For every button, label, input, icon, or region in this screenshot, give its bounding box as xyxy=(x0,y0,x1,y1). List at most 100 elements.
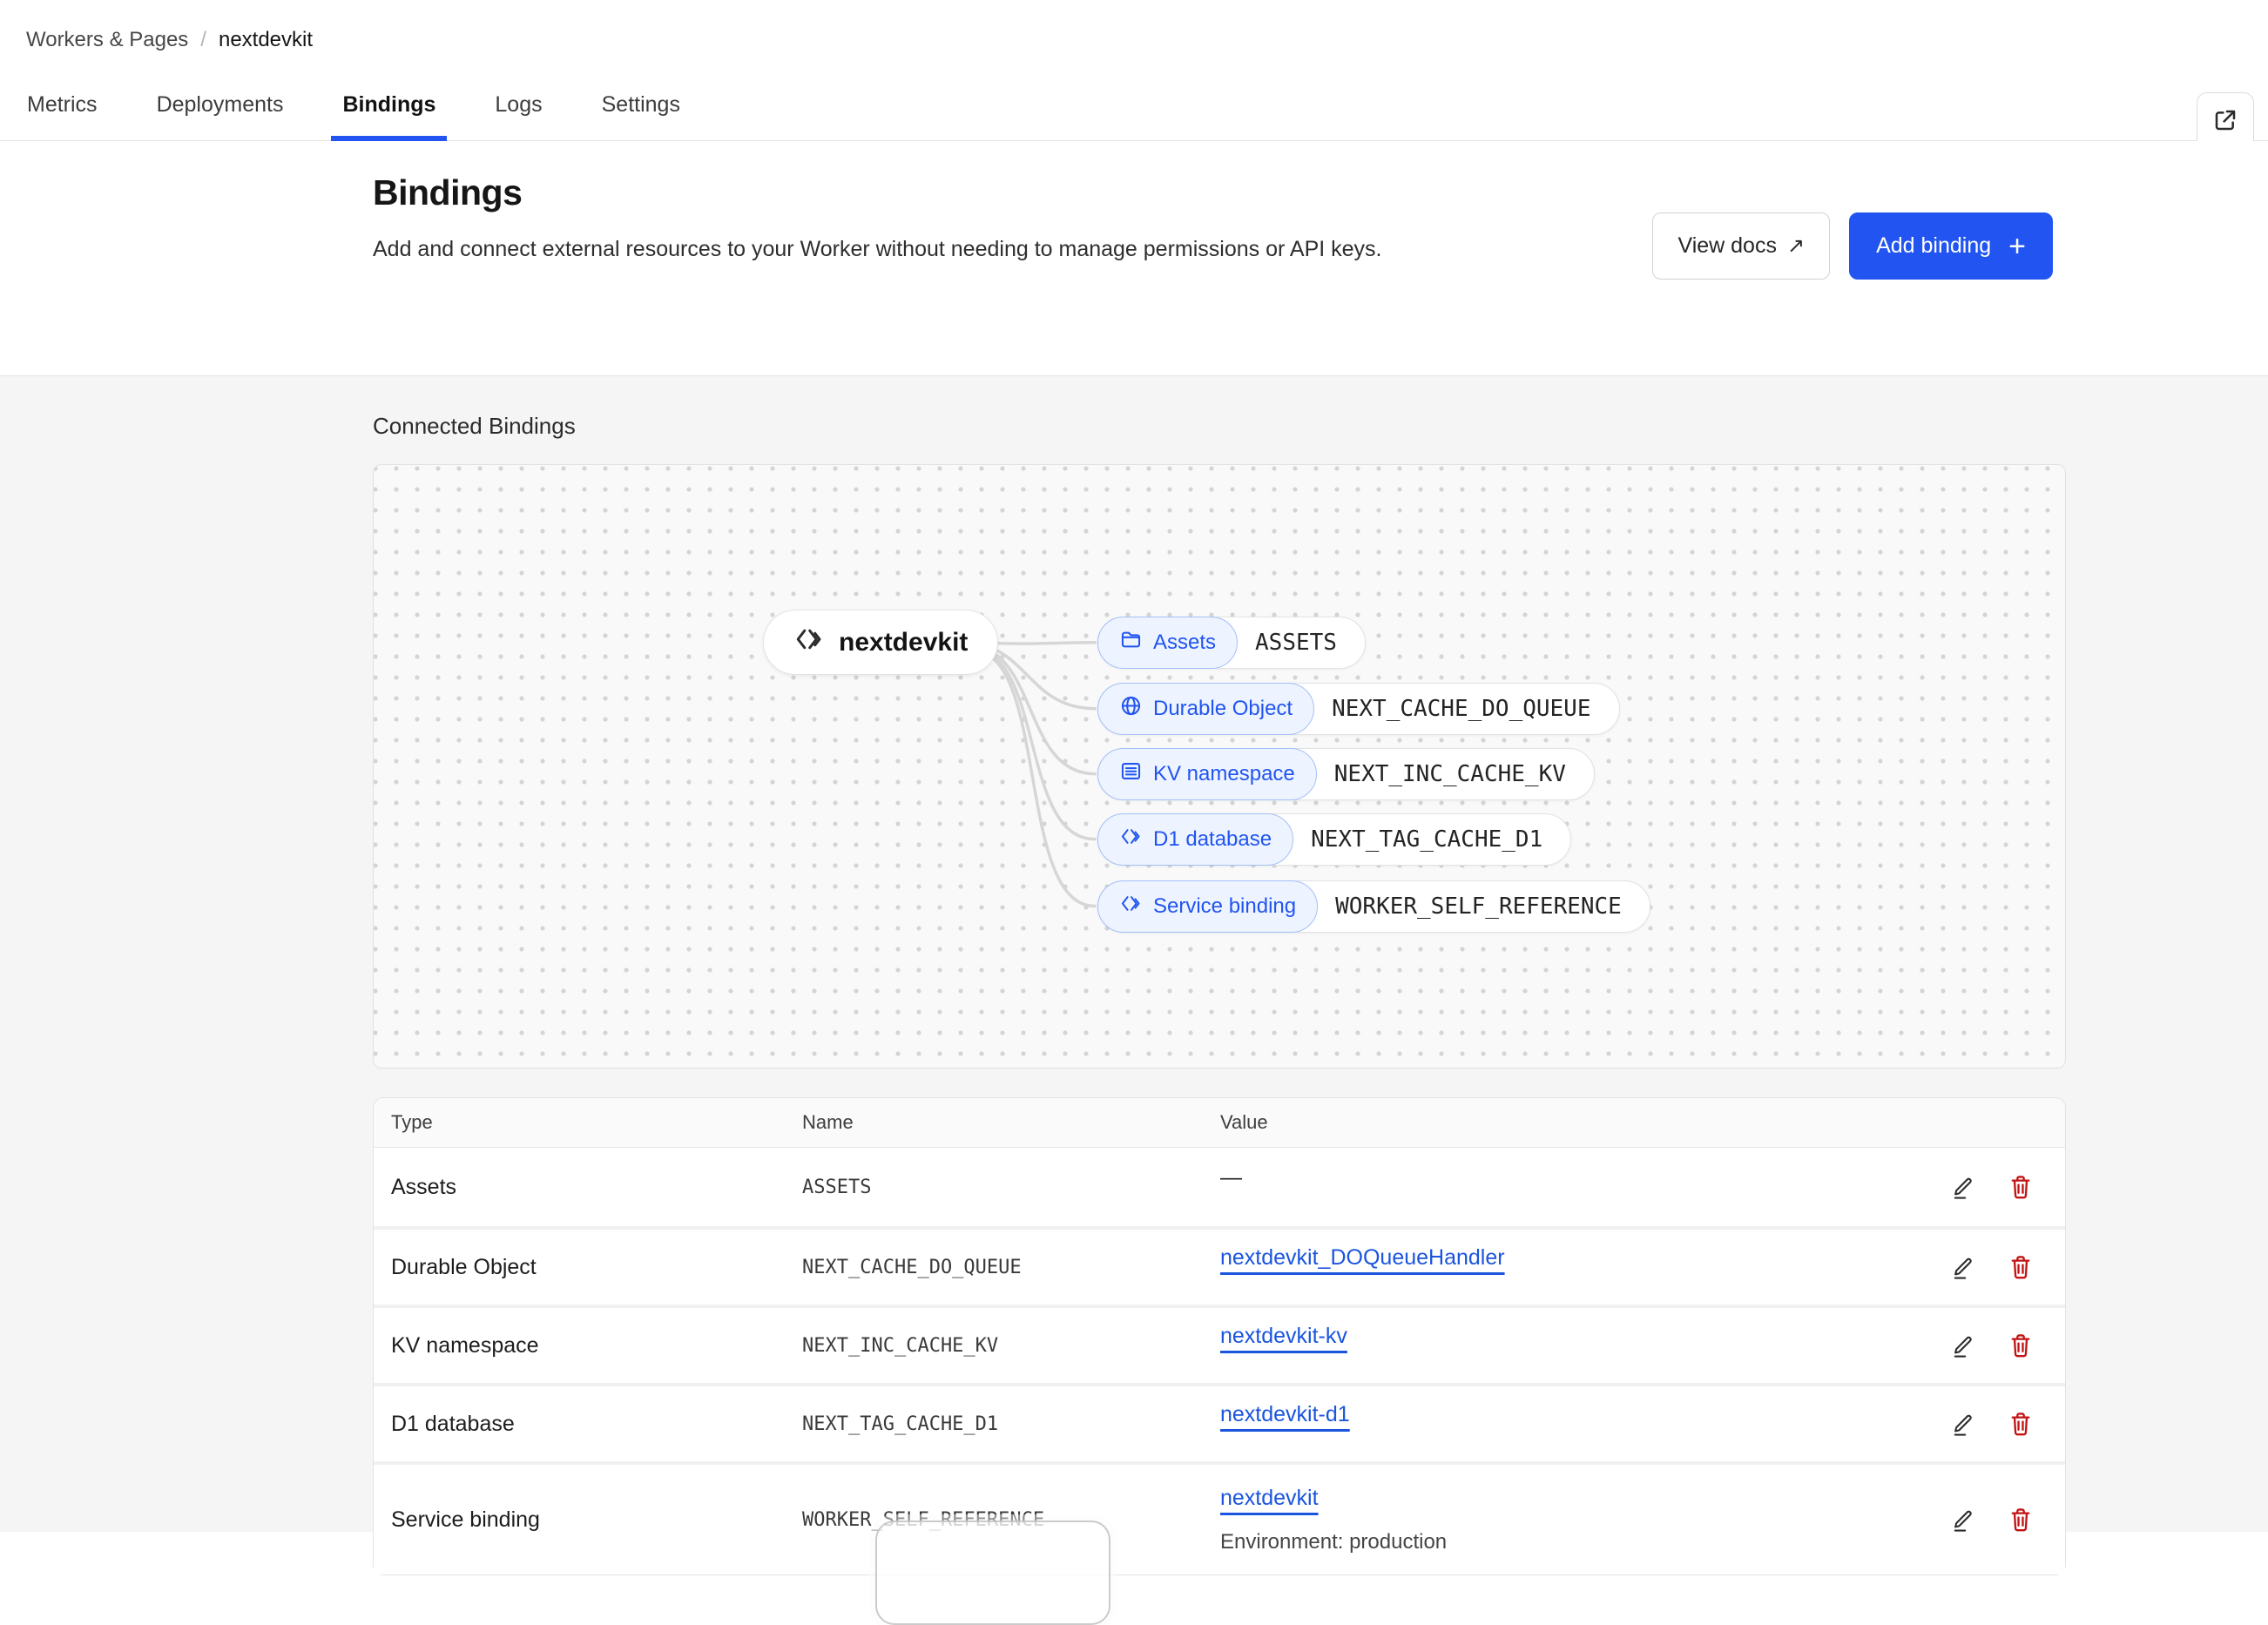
row-name: NEXT_CACHE_DO_QUEUE xyxy=(802,1256,1022,1278)
row-value: — xyxy=(1220,1165,1903,1210)
pencil-icon xyxy=(1950,1414,1976,1440)
row-name: NEXT_TAG_CACHE_D1 xyxy=(802,1413,999,1435)
folder-icon xyxy=(1119,628,1143,657)
tab-bindings[interactable]: Bindings xyxy=(331,78,448,141)
header-actions: View docs ↗ Add binding + xyxy=(1652,212,2053,280)
pencil-icon xyxy=(1950,1336,1976,1362)
add-binding-button[interactable]: Add binding + xyxy=(1849,212,2053,280)
external-link-icon xyxy=(2211,106,2239,137)
binding-name: ASSETS xyxy=(1255,630,1337,656)
edit-binding-button[interactable] xyxy=(1950,1506,1976,1534)
row-actions xyxy=(1903,1173,2034,1201)
binding-type-label: D1 database xyxy=(1153,827,1272,851)
delete-binding-button[interactable] xyxy=(2008,1410,2034,1438)
delete-binding-button[interactable] xyxy=(2008,1253,2034,1281)
binding-name: NEXT_CACHE_DO_QUEUE xyxy=(1332,696,1591,722)
delete-binding-button[interactable] xyxy=(2008,1506,2034,1534)
row-value-text[interactable]: nextdevkit-kv xyxy=(1220,1324,1347,1348)
binding-name: NEXT_INC_CACHE_KV xyxy=(1333,761,1566,787)
worker-node-label: nextdevkit xyxy=(839,627,969,657)
trash-icon xyxy=(2008,1334,2034,1362)
delete-binding-button[interactable] xyxy=(2008,1173,2034,1201)
table-row: KV namespace NEXT_INC_CACHE_KV nextdevki… xyxy=(374,1305,2065,1383)
diagram-binding-pill[interactable]: D1 database NEXT_TAG_CACHE_D1 xyxy=(1097,813,1572,866)
row-value-text: — xyxy=(1220,1164,1242,1190)
row-type: Assets xyxy=(391,1174,457,1199)
code-icon xyxy=(1119,825,1143,854)
tab-bar: Metrics Deployments Bindings Logs Settin… xyxy=(0,78,2268,141)
delete-binding-button[interactable] xyxy=(2008,1332,2034,1359)
trash-icon xyxy=(2008,1508,2034,1536)
column-value: Value xyxy=(1220,1111,1268,1133)
bindings-table: Type Name Value Assets ASSETS — Durable … xyxy=(373,1097,2066,1575)
binding-type-badge: D1 database xyxy=(1097,813,1294,866)
row-value: nextdevkit-kv xyxy=(1220,1324,1903,1368)
breadcrumb-workers-pages[interactable]: Workers & Pages xyxy=(26,28,188,52)
worker-node[interactable]: nextdevkit xyxy=(763,610,999,675)
binding-type-label: Assets xyxy=(1153,630,1217,654)
connected-bindings-title: Connected Bindings xyxy=(373,413,576,439)
diagram-binding-pill[interactable]: Service binding WORKER_SELF_REFERENCE xyxy=(1097,880,1650,933)
binding-type-badge: KV namespace xyxy=(1097,748,1317,800)
page-title: Bindings xyxy=(373,172,523,212)
table-row: Assets ASSETS — xyxy=(374,1148,2065,1226)
row-value-text[interactable]: nextdevkit-d1 xyxy=(1220,1402,1350,1426)
tab-deployments[interactable]: Deployments xyxy=(149,78,292,140)
row-value: nextdevkit-d1 xyxy=(1220,1402,1903,1446)
edit-binding-button[interactable] xyxy=(1950,1410,1976,1438)
edit-binding-button[interactable] xyxy=(1950,1253,1976,1281)
binding-type-label: KV namespace xyxy=(1153,762,1295,786)
row-actions xyxy=(1903,1506,2034,1534)
code-icon xyxy=(793,624,825,662)
diagram-binding-pill[interactable]: KV namespace NEXT_INC_CACHE_KV xyxy=(1097,748,1595,800)
table-row: D1 database NEXT_TAG_CACHE_D1 nextdevkit… xyxy=(374,1383,2065,1461)
row-name: NEXT_INC_CACHE_KV xyxy=(802,1334,999,1357)
tab-logs[interactable]: Logs xyxy=(487,78,550,140)
column-type: Type xyxy=(391,1111,433,1133)
binding-type-label: Service binding xyxy=(1153,894,1297,918)
tab-settings[interactable]: Settings xyxy=(594,78,688,140)
row-value-text[interactable]: nextdevkit_DOQueueHandler xyxy=(1220,1245,1505,1270)
row-value: nextdevkit_DOQueueHandler xyxy=(1220,1245,1903,1290)
page-description: Add and connect external resources to yo… xyxy=(373,237,1382,261)
list-icon xyxy=(1119,759,1143,789)
trash-icon xyxy=(2008,1413,2034,1440)
row-value: nextdevkit Environment: production xyxy=(1220,1486,1903,1554)
binding-type-label: Durable Object xyxy=(1153,697,1293,720)
row-actions xyxy=(1903,1410,2034,1438)
arrow-up-right-icon: ↗ xyxy=(1786,234,1806,258)
trash-icon xyxy=(2008,1256,2034,1284)
pencil-icon xyxy=(1950,1177,1976,1204)
tooltip-popup xyxy=(875,1520,1110,1625)
add-binding-label: Add binding xyxy=(1876,233,1992,258)
column-name: Name xyxy=(802,1111,854,1133)
bindings-header: Bindings Add and connect external resour… xyxy=(0,141,2268,376)
bindings-content: Connected Bindings nextdevkit Assets ASS… xyxy=(0,376,2268,1575)
edit-binding-button[interactable] xyxy=(1950,1173,1976,1201)
row-value-text[interactable]: nextdevkit xyxy=(1220,1486,1319,1510)
binding-type-badge: Assets xyxy=(1097,617,1239,669)
view-docs-button[interactable]: View docs ↗ xyxy=(1652,212,1831,280)
table-body: Assets ASSETS — Durable Object NEXT_CACH… xyxy=(374,1148,2065,1574)
binding-type-badge: Service binding xyxy=(1097,880,1319,933)
row-name: ASSETS xyxy=(802,1176,872,1198)
top-bar: Workers & Pages / nextdevkit Metrics Dep… xyxy=(0,0,2268,150)
edit-binding-button[interactable] xyxy=(1950,1332,1976,1359)
breadcrumb-current: nextdevkit xyxy=(218,28,314,51)
row-actions xyxy=(1903,1332,2034,1359)
table-header: Type Name Value xyxy=(374,1098,2065,1148)
code-icon xyxy=(1119,892,1143,921)
row-value-sub: Environment: production xyxy=(1220,1529,1448,1554)
pencil-icon xyxy=(1950,1510,1976,1536)
globe-icon xyxy=(1119,694,1143,724)
diagram-binding-pill[interactable]: Assets ASSETS xyxy=(1097,617,1366,669)
pencil-icon xyxy=(1950,1258,1976,1284)
tab-metrics[interactable]: Metrics xyxy=(19,78,105,140)
bindings-diagram: nextdevkit Assets ASSETS Durable Object … xyxy=(373,464,2066,1069)
view-docs-label: View docs xyxy=(1677,233,1777,258)
breadcrumb-separator: / xyxy=(200,28,206,51)
trash-icon xyxy=(2008,1176,2034,1204)
binding-name: NEXT_TAG_CACHE_D1 xyxy=(1311,826,1543,853)
binding-type-badge: Durable Object xyxy=(1097,683,1315,735)
diagram-binding-pill[interactable]: Durable Object NEXT_CACHE_DO_QUEUE xyxy=(1097,683,1620,735)
